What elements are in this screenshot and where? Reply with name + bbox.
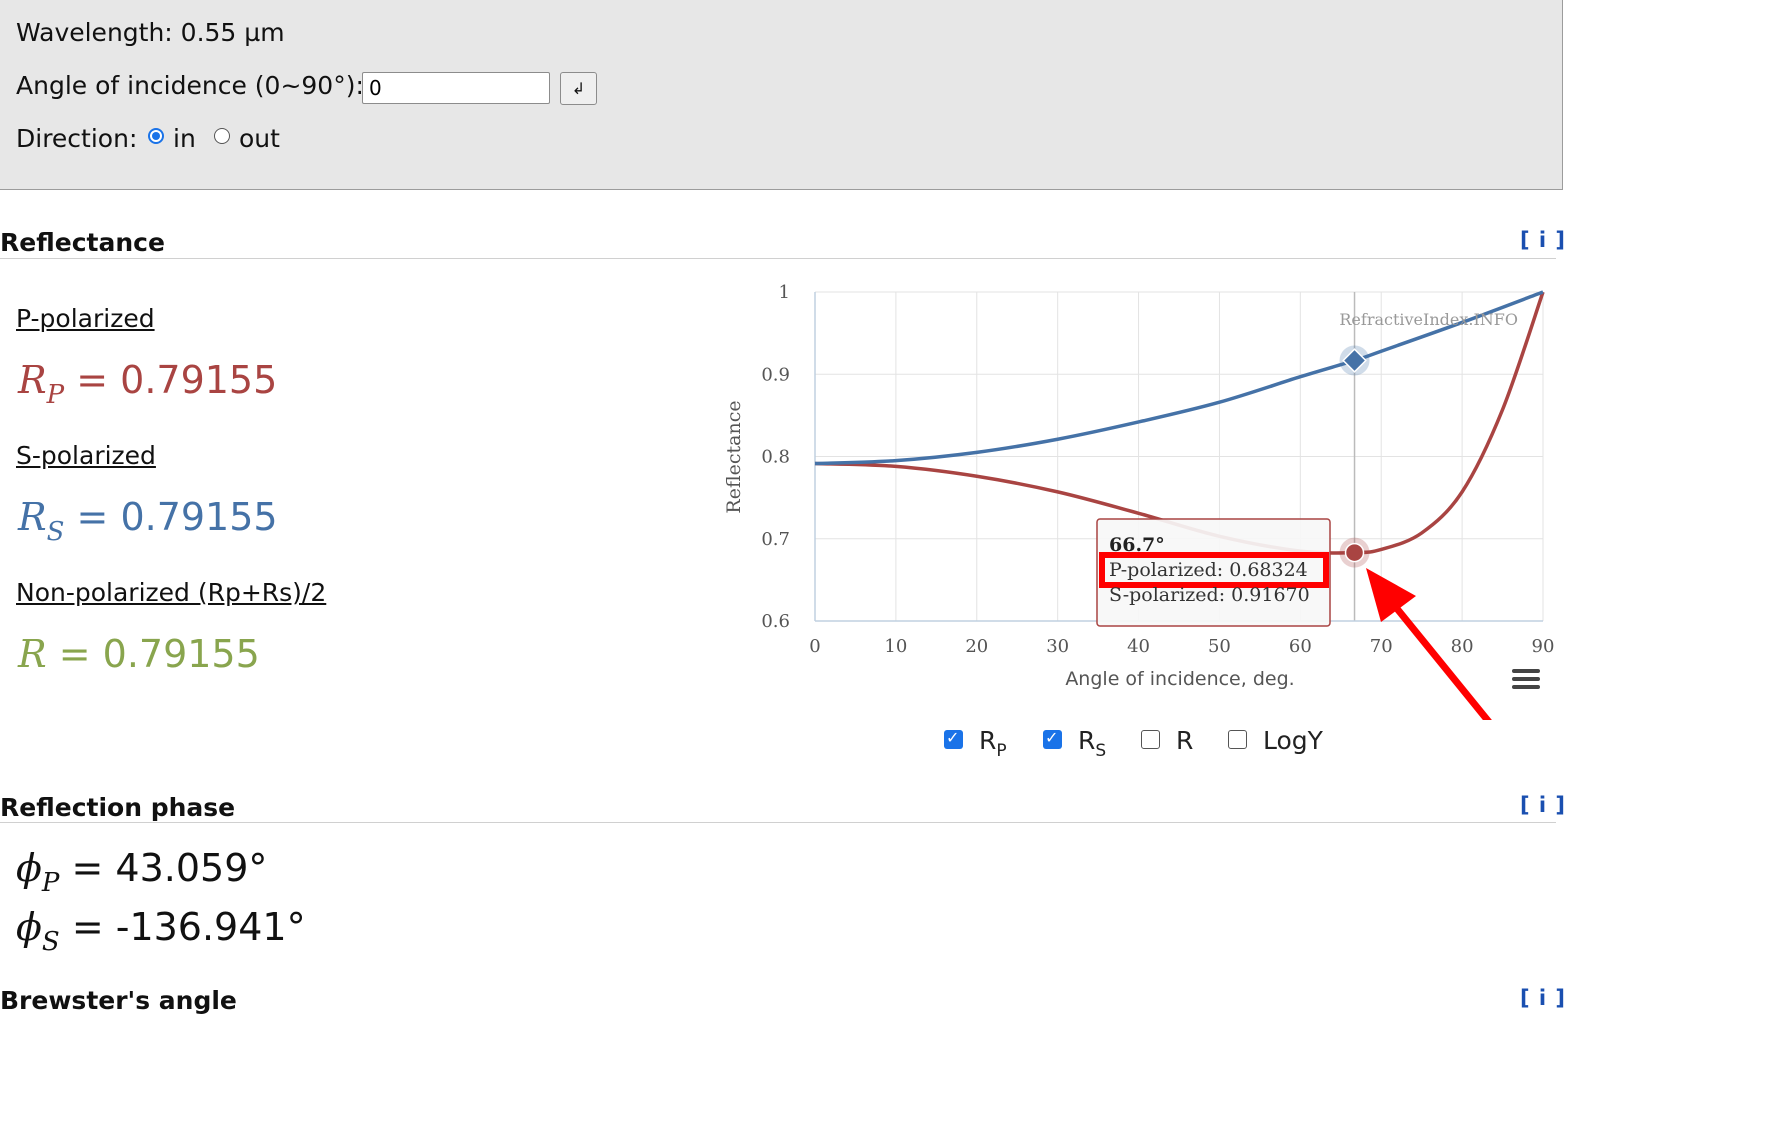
x-tick-label: 80 [1451,636,1474,657]
rs-value: RS = 0.79155 [18,495,278,547]
y-tick-label: 1 [779,282,790,303]
x-tick-label: 40 [1127,636,1150,657]
direction-in-radio[interactable] [148,128,164,144]
r-checkbox[interactable] [1141,730,1160,749]
phi-s-subscript: S [41,927,60,957]
input-panel: Wavelength: 0.55 µm Angle of incidence (… [0,0,1563,190]
reflectance-chart[interactable]: 0 10 20 30 40 50 60 70 80 90 0.6 0.7 0.8 0.9 1 Refract… [700,270,1560,720]
direction-label: Direction: [16,124,138,153]
s-polarized-label: S-polarized [16,441,156,470]
x-tick-label: 10 [884,636,907,657]
phi-p-number: = 43.059° [71,846,268,890]
p-polarized-label: P-polarized [16,304,155,333]
rp-checkbox[interactable] [944,728,963,749]
reflectance-heading: Reflectance [0,228,165,257]
brewster-info-link[interactable]: [ i ] [1520,986,1566,1010]
y-tick-label: 0.6 [761,611,790,632]
chart-menu-icon[interactable] [1512,669,1540,689]
rp-number: = 0.79155 [76,358,278,402]
phi-p-symbol: ϕ [16,846,42,890]
r-legend-label[interactable]: R [1176,726,1193,755]
logy-legend-label[interactable]: LogY [1263,726,1323,755]
chart-credit: RefractiveIndex.INFO [1339,310,1518,329]
section-divider [0,822,1556,823]
rp-legend-label[interactable]: RP [979,726,1007,761]
rs-checkbox[interactable] [1043,728,1062,749]
rp-value: RP = 0.79155 [18,358,278,410]
r-number: = 0.79155 [58,632,260,676]
x-tick-label: 20 [965,636,988,657]
chart-x-axis-label: Angle of incidence, deg. [1065,668,1294,690]
chart-y-axis-label: Reflectance [723,400,745,513]
phase-info-link[interactable]: [ i ] [1520,793,1566,817]
rs-legend-label[interactable]: RS [1078,726,1106,761]
direction-out-label[interactable]: out [239,124,280,153]
rp-symbol: R [18,358,47,402]
wavelength-label: Wavelength: 0.55 µm [16,18,285,47]
non-polarized-label: Non-polarized (Rp+Rs)/2 [16,578,327,607]
r-symbol: R [18,632,47,676]
x-tick-label: 50 [1208,636,1231,657]
angle-label: Angle of incidence (0~90°): [16,71,364,100]
rs-number: = 0.79155 [76,495,278,539]
x-tick-label: 90 [1532,636,1555,657]
brewster-heading: Brewster's angle [0,986,237,1015]
x-tick-label: 0 [809,636,820,657]
y-tick-label: 0.7 [761,529,790,550]
reflectance-info-link[interactable]: [ i ] [1520,228,1566,252]
direction-in-label[interactable]: in [173,124,196,153]
phase-heading: Reflection phase [0,793,236,822]
x-tick-label: 70 [1370,636,1393,657]
rp-subscript: P [46,380,65,410]
enter-button[interactable]: ↲ [560,72,597,105]
direction-out-radio[interactable] [214,128,230,144]
section-divider [0,258,1556,259]
y-tick-label: 0.8 [761,447,790,468]
rp-hover-marker [1344,542,1365,563]
x-tick-label: 30 [1046,636,1069,657]
tooltip-p-line: P-polarized: 0.68324 [1109,559,1308,581]
rs-subscript: S [46,517,65,547]
y-tick-label: 0.9 [761,364,790,385]
angle-input[interactable] [362,72,550,104]
phi-p-subscript: P [41,868,60,898]
phi-s-number: = -136.941° [71,905,306,949]
chart-tooltip: 66.7° P-polarized: 0.68324 S-polarized: … [1096,518,1331,627]
r-value: R = 0.79155 [18,632,260,676]
logy-checkbox[interactable] [1228,730,1247,749]
rs-symbol: R [18,495,47,539]
tooltip-s-line: S-polarized: 0.91670 [1109,584,1310,606]
phi-p-value: ϕP = 43.059° [16,846,268,898]
phi-s-symbol: ϕ [16,905,42,949]
phi-s-value: ϕS = -136.941° [16,905,306,957]
x-tick-label: 60 [1289,636,1312,657]
